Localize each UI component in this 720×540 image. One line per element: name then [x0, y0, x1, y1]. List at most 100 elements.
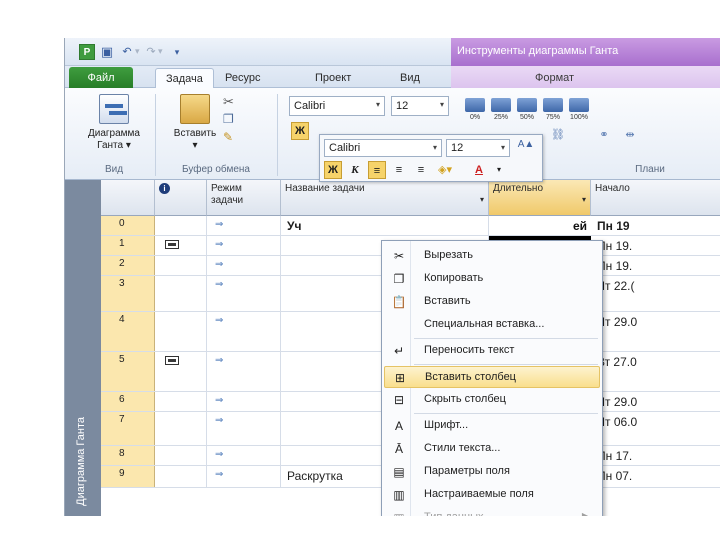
row-id-cell[interactable]: 7 [101, 412, 155, 445]
tab-resource[interactable]: Ресурс [215, 68, 270, 88]
row-id-cell[interactable]: 3 [101, 276, 155, 311]
start-cell[interactable]: Пн 19. [591, 256, 720, 275]
redo-dropdown-icon[interactable]: ▾ [158, 46, 163, 57]
align-right-icon[interactable]: ≡ [412, 161, 430, 179]
task-mode-cell[interactable]: ⇒ [207, 256, 281, 275]
menu-item-10[interactable]: ▥ Настраиваемые поля [384, 484, 600, 506]
chevron-down-icon[interactable]: ▾ [480, 194, 484, 206]
mini-italic-button[interactable]: К [346, 161, 364, 179]
menu-item-label: Вставить столбец [425, 371, 516, 383]
column-header-duration[interactable]: Длительно ▾ [489, 180, 591, 216]
table-row[interactable]: 0 ⇒ Уч ей Пн 19 [101, 216, 720, 236]
row-id-cell[interactable]: 4 [101, 312, 155, 351]
menu-item-5[interactable]: ⊞ Вставить столбец [384, 366, 600, 388]
column-header-task-name[interactable]: Название задачи ▾ [281, 180, 489, 216]
task-mode-cell[interactable]: ⇒ [207, 276, 281, 311]
column-header-indicators[interactable]: i [155, 180, 207, 216]
bold-button[interactable]: Ж [291, 122, 309, 140]
progress-75-icon[interactable] [543, 98, 563, 112]
align-left-icon[interactable]: ≡ [368, 161, 386, 179]
task-mode-cell[interactable]: ⇒ [207, 312, 281, 351]
font-name-combo[interactable]: Calibri ▾ [289, 96, 385, 116]
tab-format[interactable]: Формат [525, 68, 584, 88]
group-label-clipboard: Буфер обмена [182, 164, 250, 175]
progress-100-icon[interactable] [569, 98, 589, 112]
progress-50-icon[interactable] [517, 98, 537, 112]
tab-view[interactable]: Вид [390, 68, 430, 88]
menu-item-2[interactable]: 📋 Вставить [384, 291, 600, 313]
paste-button[interactable]: Вставить ▾ [165, 94, 225, 152]
task-mode-cell[interactable]: ⇒ [207, 236, 281, 255]
column-header-id[interactable] [101, 180, 155, 216]
start-cell[interactable]: Чт 22.( [591, 276, 720, 311]
font-color-button[interactable]: A [470, 161, 488, 179]
format-painter-icon[interactable]: ✎ [223, 130, 233, 144]
menu-item-1[interactable]: ❐ Копировать [384, 268, 600, 290]
column-header-task-mode[interactable]: Режим задачи [207, 180, 281, 216]
cut-icon[interactable]: ✂ [223, 94, 234, 110]
unlink-tasks-icon[interactable]: ⚭ [595, 128, 613, 142]
tab-file[interactable]: Файл [69, 67, 133, 89]
mini-font-name-combo[interactable]: Calibri ▾ [324, 139, 442, 157]
mini-font-size-combo[interactable]: 12 ▾ [446, 139, 510, 157]
font-size-combo[interactable]: 12 ▾ [391, 96, 449, 116]
task-name-cell[interactable]: Уч [281, 216, 489, 235]
split-task-icon[interactable]: ⇹ [621, 128, 639, 142]
task-mode-cell[interactable]: ⇒ [207, 466, 281, 487]
fill-color-icon[interactable]: ◈▾ [436, 161, 454, 179]
start-cell[interactable]: Чт 29.0 [591, 392, 720, 411]
tab-project[interactable]: Проект [305, 68, 361, 88]
menu-item-label: Вырезать [424, 249, 473, 261]
menu-item-8[interactable]: Ā Стили текста... [384, 438, 600, 460]
project-logo-icon[interactable]: P [79, 44, 95, 60]
link-tasks-icon[interactable]: ⛓ [549, 128, 567, 142]
start-cell[interactable]: Пн 17. [591, 446, 720, 465]
chevron-down-icon[interactable]: ▾ [582, 194, 586, 206]
row-id-cell[interactable]: 2 [101, 256, 155, 275]
task-mode-cell[interactable]: ⇒ [207, 412, 281, 445]
grow-font-icon[interactable]: A▲ [514, 139, 538, 157]
row-id-cell[interactable]: 9 [101, 466, 155, 487]
duration-cell[interactable]: ей [489, 216, 591, 235]
tab-task[interactable]: Задача [155, 68, 214, 89]
menu-item-0[interactable]: ✂ Вырезать [384, 245, 600, 267]
task-mode-cell[interactable]: ⇒ [207, 216, 281, 235]
start-cell[interactable]: Пн 19 [591, 216, 720, 235]
menu-item-3[interactable]: Специальная вставка... [384, 314, 600, 336]
row-id-cell[interactable]: 1 [101, 236, 155, 255]
start-cell[interactable]: Пн 19. [591, 236, 720, 255]
menu-item-6[interactable]: ⊟ Скрыть столбец [384, 389, 600, 411]
undo-dropdown-icon[interactable]: ▾ [135, 46, 140, 57]
menu-item-7[interactable]: A Шрифт... [384, 415, 600, 437]
auto-schedule-icon: ⇒ [215, 469, 224, 480]
row-id-cell[interactable]: 6 [101, 392, 155, 411]
menu-item-9[interactable]: ▤ Параметры поля [384, 461, 600, 483]
save-icon[interactable]: ▣ [99, 44, 115, 60]
progress-25-icon[interactable] [491, 98, 511, 112]
customize-qat-icon[interactable]: ▾ [169, 44, 185, 60]
font-color-dropdown-icon[interactable]: ▾ [490, 161, 508, 179]
copy-icon[interactable]: ❐ [223, 112, 234, 126]
start-cell[interactable]: Чт 06.0 [591, 412, 720, 445]
mini-font-name-value: Calibri [329, 142, 361, 154]
progress-0-icon[interactable] [465, 98, 485, 112]
task-mode-cell[interactable]: ⇒ [207, 392, 281, 411]
auto-schedule-icon: ⇒ [215, 415, 224, 426]
notes-icon[interactable] [165, 356, 179, 365]
start-cell[interactable]: Вт 27.0 [591, 352, 720, 391]
column-header-start[interactable]: Начало [591, 180, 720, 216]
menu-item-4[interactable]: ↵ Переносить текст [384, 340, 600, 362]
gantt-chart-button[interactable]: Диаграмма Ганта ▾ [79, 94, 149, 152]
task-mode-cell[interactable]: ⇒ [207, 446, 281, 465]
mini-bold-button[interactable]: Ж [324, 161, 342, 179]
row-id-cell[interactable]: 5 [101, 352, 155, 391]
undo-icon[interactable]: ↶ [119, 44, 135, 60]
notes-icon[interactable] [165, 240, 179, 249]
task-mode-cell[interactable]: ⇒ [207, 352, 281, 391]
align-center-icon[interactable]: ≡ [390, 161, 408, 179]
redo-icon[interactable]: ↷ [143, 44, 159, 60]
start-cell[interactable]: Чт 29.0 [591, 312, 720, 351]
row-id-cell[interactable]: 8 [101, 446, 155, 465]
row-id-cell[interactable]: 0 [101, 216, 155, 235]
start-cell[interactable]: Пн 07. [591, 466, 720, 487]
